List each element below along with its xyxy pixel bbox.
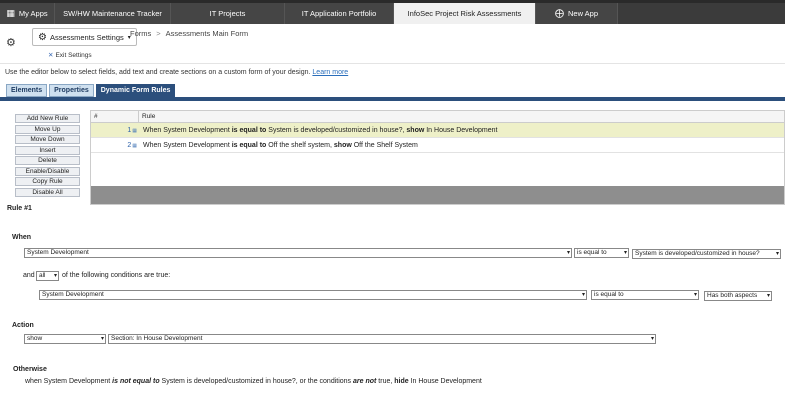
move-down-button[interactable]: Move Down xyxy=(15,135,80,144)
tab-sw-hw-maintenance[interactable]: SW/HW Maintenance Tracker xyxy=(55,3,171,24)
tab-it-app-portfolio[interactable]: IT Application Portfolio xyxy=(285,3,394,24)
chevron-down-icon: ▾ xyxy=(53,273,57,279)
tab-it-projects[interactable]: IT Projects xyxy=(171,3,285,24)
breadcrumb-forms[interactable]: Forms xyxy=(130,29,151,38)
edit-icon[interactable]: ▦ xyxy=(132,128,137,134)
action-target-select[interactable]: Section: In House Development ▾ xyxy=(108,334,656,344)
when-label: When xyxy=(12,234,32,241)
editor-divider xyxy=(0,97,785,101)
app-tab-bar: ▦ My Apps SW/HW Maintenance Tracker IT Pr… xyxy=(0,0,785,24)
and-suffix: of the following conditions are true: xyxy=(62,272,171,279)
add-new-rule-button[interactable]: Add New Rule xyxy=(15,114,80,123)
editor-tabs: Elements Properties Dynamic Form Rules xyxy=(6,84,177,97)
move-up-button[interactable]: Move Up xyxy=(15,124,80,134)
settings-header: ⚙ ⚙ Assessments Settings ▾ ✕ Exit Setting… xyxy=(0,24,785,64)
condition-field-select[interactable]: System Development ▾ xyxy=(39,290,587,300)
enable-disable-button[interactable]: Enable/Disable xyxy=(15,166,80,176)
otherwise-label: Otherwise xyxy=(13,366,47,373)
chevron-down-icon: ▾ xyxy=(100,336,104,342)
settings-app-icon: ⚙ xyxy=(38,31,47,43)
tab-properties[interactable]: Properties xyxy=(49,84,94,97)
insert-button[interactable]: Insert xyxy=(15,145,80,155)
rule-text: When System Development is equal to Off … xyxy=(143,141,418,149)
otherwise-text: when System Development is not equal to … xyxy=(25,378,482,385)
breadcrumb: Forms > Assessments Main Form xyxy=(130,29,248,38)
exit-settings-link[interactable]: ✕ Exit Settings xyxy=(48,51,92,59)
grid-icon: ▦ xyxy=(6,8,15,18)
chevron-down-icon: ▾ xyxy=(775,251,779,257)
and-mode-select[interactable]: all ▾ xyxy=(36,271,59,281)
chevron-down-icon: ▾ xyxy=(650,336,654,342)
breadcrumb-current: Assessments Main Form xyxy=(165,29,249,38)
rule-title: Rule #1 xyxy=(7,205,32,212)
tab-new-app[interactable]: ⨁ New App xyxy=(536,3,618,24)
row-number: 1 xyxy=(127,126,132,134)
edit-icon[interactable]: ▦ xyxy=(132,143,137,149)
chevron-down-icon: ▾ xyxy=(581,292,585,298)
col-header-rule: Rule xyxy=(142,113,156,120)
tab-my-apps[interactable]: ▦ My Apps xyxy=(0,3,55,24)
col-header-num: # xyxy=(91,111,139,122)
chevron-down-icon: ▾ xyxy=(566,250,570,256)
rule-button-column: Add New Rule Move Up Move Down Insert De… xyxy=(15,114,80,198)
action-select[interactable]: show ▾ xyxy=(24,334,106,344)
chevron-down-icon: ▾ xyxy=(766,293,770,299)
table-row[interactable]: 1▦ When System Development is equal to S… xyxy=(91,123,784,138)
grid-header: # Rule xyxy=(91,111,784,123)
and-prefix: and xyxy=(23,272,35,279)
rule-text: When System Development is equal to Syst… xyxy=(143,126,498,134)
tab-dynamic-form-rules[interactable]: Dynamic Form Rules xyxy=(95,84,176,97)
close-icon: ✕ xyxy=(48,52,54,59)
row-number: 2 xyxy=(127,141,132,149)
action-label: Action xyxy=(12,322,34,329)
rules-grid: # Rule 1▦ When System Development is equ… xyxy=(90,110,785,205)
new-app-icon: ⨁ xyxy=(554,8,564,18)
breadcrumb-separator: > xyxy=(156,29,161,38)
delete-button[interactable]: Delete xyxy=(15,156,80,165)
grid-footer xyxy=(91,186,784,204)
when-value-select[interactable]: System is developed/customized in house?… xyxy=(632,249,781,259)
intro-text: Use the editor below to select fields, a… xyxy=(5,69,349,76)
disable-all-button[interactable]: Disable All xyxy=(15,187,80,197)
condition-value-select[interactable]: Has both aspects ▾ xyxy=(704,291,772,301)
tab-infosec-risk[interactable]: InfoSec Project Risk Assessments xyxy=(394,3,536,24)
copy-rule-button[interactable]: Copy Rule xyxy=(15,177,80,186)
when-field-select[interactable]: System Development ▾ xyxy=(24,248,572,258)
tab-elements[interactable]: Elements xyxy=(6,84,48,97)
learn-more-link[interactable]: Learn more xyxy=(312,69,348,76)
chevron-down-icon: ▾ xyxy=(623,250,627,256)
table-row[interactable]: 2▦ When System Development is equal to O… xyxy=(91,138,784,153)
assessments-settings-button[interactable]: ⚙ Assessments Settings ▾ xyxy=(32,28,137,46)
when-operator-select[interactable]: is equal to ▾ xyxy=(574,248,629,258)
chevron-down-icon: ▾ xyxy=(693,292,697,298)
condition-operator-select[interactable]: is equal to ▾ xyxy=(591,290,699,300)
gear-icon[interactable]: ⚙ xyxy=(6,36,16,49)
